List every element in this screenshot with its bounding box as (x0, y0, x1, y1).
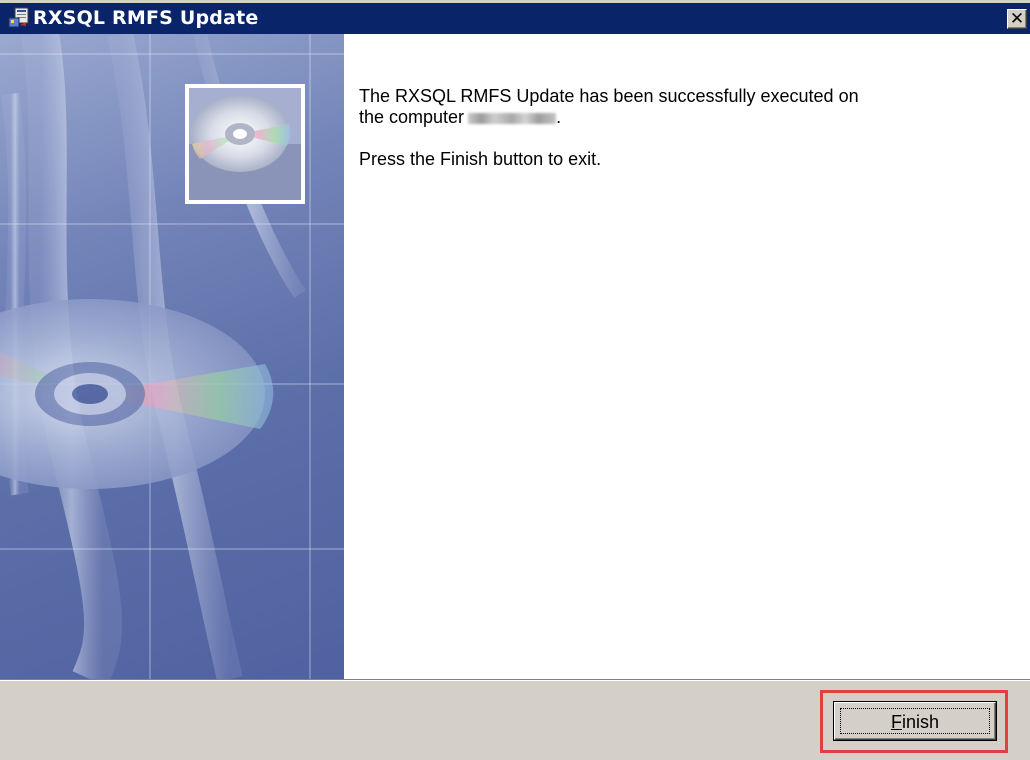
installer-window: RXSQL RMFS Update ✕ The RXSQL RMFS Updat… (0, 0, 1030, 760)
exit-instruction: Press the Finish button to exit. (359, 149, 602, 169)
installer-icon (8, 7, 29, 28)
finish-label-rest: inish (901, 712, 940, 732)
close-icon: ✕ (1009, 9, 1025, 29)
computer-label: the computer (359, 107, 465, 127)
finish-button-bevel: Finish (834, 702, 996, 740)
finish-button-label: Finish (835, 712, 995, 732)
cd-disc-banner-image (0, 34, 344, 679)
finish-mnemonic: F (890, 712, 902, 732)
window-title: RXSQL RMFS Update (33, 7, 259, 29)
banner-image (0, 34, 344, 679)
footer-separator (0, 679, 1030, 681)
completion-message: The RXSQL RMFS Update has been successfu… (359, 86, 999, 170)
close-button[interactable]: ✕ (1007, 9, 1027, 29)
message-line: The RXSQL RMFS Update has been successfu… (359, 86, 859, 106)
message-computer-line: the computer. (359, 107, 999, 128)
title-bar[interactable]: RXSQL RMFS Update ✕ (0, 3, 1030, 34)
content-panel: The RXSQL RMFS Update has been successfu… (344, 34, 1030, 679)
computer-suffix: . (556, 107, 562, 127)
computer-name-redacted (468, 112, 557, 124)
finish-button[interactable]: Finish (833, 701, 997, 741)
